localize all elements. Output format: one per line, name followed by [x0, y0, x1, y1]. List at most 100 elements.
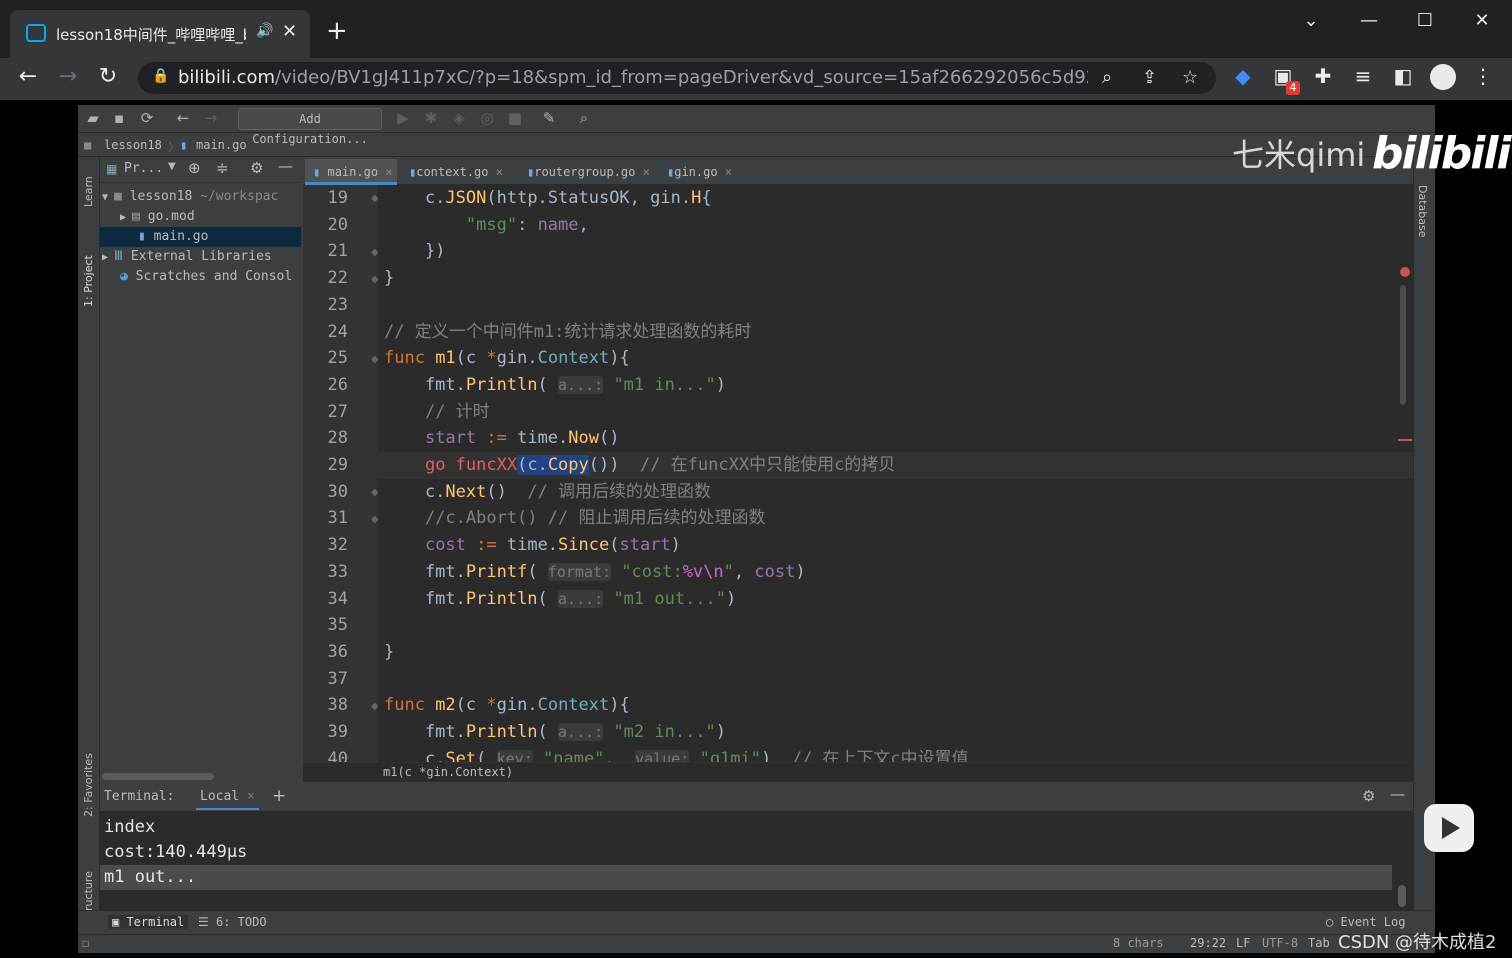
- search-icon[interactable]: ⌕: [573, 109, 595, 127]
- new-terminal-icon[interactable]: +: [272, 786, 286, 806]
- wrench-icon[interactable]: ✎: [538, 109, 560, 127]
- stop-icon[interactable]: ■: [504, 109, 526, 127]
- lock-icon[interactable]: 🔒: [152, 68, 169, 84]
- code-line-32[interactable]: cost := time.Since(start): [384, 532, 681, 559]
- line-separator[interactable]: LF: [1236, 936, 1250, 950]
- code-line-24[interactable]: // 定义一个中间件m1:统计请求处理函数的耗时: [384, 319, 751, 346]
- terminal-tool-button[interactable]: ▣ Terminal: [108, 915, 189, 929]
- close-tab-icon[interactable]: ✕: [282, 21, 297, 42]
- profile-icon[interactable]: ◎: [476, 109, 498, 127]
- browser-menu-icon[interactable]: ⋮: [1470, 64, 1496, 88]
- tab-main-go[interactable]: ▮ main.go ×: [305, 159, 397, 185]
- terminal-hide-icon[interactable]: —: [1390, 785, 1405, 803]
- locate-icon[interactable]: ⊕: [188, 159, 201, 177]
- terminal-gear-icon[interactable]: ⚙: [1362, 787, 1375, 805]
- code-line-19[interactable]: c.JSON(http.StatusOK, gin.H{: [384, 185, 712, 212]
- code-line-28[interactable]: start := time.Now(): [384, 425, 620, 452]
- terminal-tab-local[interactable]: Local ×: [196, 789, 259, 810]
- forward-icon[interactable]: →: [200, 109, 222, 127]
- file-encoding[interactable]: UTF-8: [1262, 936, 1298, 950]
- code-line-33[interactable]: fmt.Printf( format: "cost:%v\n", cost): [384, 559, 806, 586]
- event-log-button[interactable]: ◯ Event Log: [1326, 915, 1405, 929]
- play-triangle-icon: [1442, 817, 1460, 839]
- code-line-25[interactable]: func m1(c *gin.Context){: [384, 345, 630, 372]
- tab-gin-go[interactable]: ▮gin.go ×: [661, 159, 751, 185]
- collapse-icon[interactable]: ≑: [216, 159, 229, 177]
- speaker-icon[interactable]: 🔊: [256, 23, 273, 39]
- debug-icon[interactable]: ✱: [420, 109, 442, 127]
- tab-context-go[interactable]: ▮context.go ×: [403, 159, 515, 185]
- code-line-26[interactable]: fmt.Println( a...: "m1 in..."): [384, 372, 726, 399]
- close-window-icon[interactable]: ✕: [1467, 10, 1497, 31]
- run-icon[interactable]: ▶: [392, 109, 414, 127]
- maximize-icon[interactable]: ☐: [1410, 10, 1440, 31]
- code-line-22[interactable]: }: [384, 265, 394, 292]
- function-breadcrumb[interactable]: m1(c *gin.Context): [383, 765, 513, 779]
- tab-routergroup-go[interactable]: ▮routergroup.go ×: [521, 159, 657, 185]
- address-bar[interactable]: 🔒 bilibili.com/video/BV1gJ411p7xC/?p=18&…: [138, 62, 1216, 94]
- breadcrumb-file[interactable]: main.go: [196, 138, 247, 152]
- bookmark-star-icon[interactable]: ☆: [1182, 67, 1198, 88]
- ide-window: ▰ ▪ ⟳ ← → Add Configuration... ▶ ✱ ◈ ◎ ■…: [78, 105, 1435, 953]
- breadcrumb-project[interactable]: lesson18: [104, 138, 162, 152]
- project-view-dropdown[interactable]: Pr...: [124, 159, 163, 179]
- project-horizontal-scrollbar[interactable]: [102, 773, 214, 780]
- status-square-icon[interactable]: ◻: [82, 936, 89, 950]
- open-folder-icon[interactable]: ▰: [82, 109, 104, 127]
- code-line-20[interactable]: "msg": name,: [384, 212, 589, 239]
- chevron-down-icon[interactable]: ▼: [168, 161, 176, 172]
- code-line-31[interactable]: //c.Abort() // 阻止调用后续的处理函数: [384, 505, 766, 532]
- code-line-29[interactable]: go funcXX(c.Copy()) // 在funcXX中只能使用c的拷贝: [384, 452, 895, 479]
- tree-item-scratches[interactable]: ◕ Scratches and Consol: [120, 267, 292, 287]
- code-line-39[interactable]: fmt.Println( a...: "m2 in..."): [384, 719, 726, 746]
- media-control-icon[interactable]: ≡: [1350, 64, 1376, 88]
- gear-icon[interactable]: ⚙: [250, 159, 263, 177]
- extension-diamond-icon[interactable]: ◆: [1230, 64, 1256, 88]
- indent-setting[interactable]: Tab: [1308, 936, 1330, 950]
- extensions-puzzle-icon[interactable]: ✚: [1310, 64, 1336, 88]
- forward-arrow-icon[interactable]: →: [54, 64, 82, 89]
- code-line-34[interactable]: fmt.Println( a...: "m1 out..."): [384, 586, 736, 613]
- code-editor[interactable]: c.JSON(http.StatusOK, gin.H{ "msg": name…: [378, 185, 1413, 762]
- new-tab-icon[interactable]: +: [326, 18, 348, 44]
- save-icon[interactable]: ▪: [108, 109, 130, 127]
- zoom-icon[interactable]: ⌕: [1102, 67, 1112, 88]
- add-configuration-button[interactable]: Add Configuration...: [238, 108, 382, 146]
- coverage-icon[interactable]: ◈: [448, 109, 470, 127]
- side-panel-icon[interactable]: ◧: [1390, 64, 1416, 88]
- project-tool-tab[interactable]: 1: Project: [82, 255, 95, 307]
- todo-tool-button[interactable]: ☰ 6: TODO: [198, 915, 267, 929]
- profile-avatar-icon[interactable]: [1430, 64, 1456, 90]
- favorites-tool-tab[interactable]: 2: Favorites: [82, 753, 95, 817]
- code-line-30[interactable]: c.Next() // 调用后续的处理函数: [384, 479, 711, 506]
- line-number: 28: [327, 428, 348, 449]
- back-icon[interactable]: ←: [172, 109, 194, 127]
- terminal-scrollbar[interactable]: [1398, 885, 1406, 907]
- editor-vertical-scrollbar[interactable]: [1400, 285, 1406, 405]
- code-line-38[interactable]: func m2(c *gin.Context){: [384, 692, 630, 719]
- code-line-27[interactable]: // 计时: [384, 399, 490, 426]
- database-tool-tab[interactable]: Database: [1416, 185, 1429, 238]
- hide-panel-icon[interactable]: —: [278, 157, 293, 175]
- error-stripe-marker[interactable]: [1398, 439, 1412, 441]
- code-line-36[interactable]: }: [384, 639, 394, 666]
- tab-search-chevron-icon[interactable]: ⌄: [1296, 10, 1326, 31]
- url-text[interactable]: bilibili.com/video/BV1gJ411p7xC/?p=18&sp…: [178, 67, 1088, 88]
- code-line-40[interactable]: c.Set( key: "name", value: "q1mi") // 在上…: [384, 746, 969, 762]
- play-button[interactable]: [1424, 804, 1474, 852]
- learn-tool-tab[interactable]: Learn: [82, 176, 95, 207]
- error-indicator-icon[interactable]: [1400, 267, 1410, 277]
- tree-item-lesson18[interactable]: ▼ ■ lesson18 ~/workspac: [102, 187, 278, 207]
- share-icon[interactable]: ⇪: [1142, 67, 1157, 88]
- tree-item-gomod[interactable]: ▶ ▤ go.mod: [120, 207, 195, 227]
- reload-icon[interactable]: ↻: [94, 64, 122, 89]
- browser-tab[interactable]: lesson18中间件_哔哩哔哩_b 🔊 ✕: [10, 10, 310, 58]
- terminal-panel[interactable]: Terminal: Local × + ⚙ — index cost:140.4…: [100, 785, 1413, 915]
- tree-item-maingo[interactable]: ▮ main.go: [100, 227, 301, 247]
- caret-position[interactable]: 29:22: [1190, 936, 1226, 950]
- back-arrow-icon[interactable]: ←: [14, 64, 42, 89]
- code-line-21[interactable]: }): [384, 238, 445, 265]
- tree-item-external-libraries[interactable]: ▶ Ⅲ External Libraries: [102, 247, 272, 267]
- minimize-icon[interactable]: —: [1354, 10, 1384, 31]
- sync-icon[interactable]: ⟳: [136, 109, 158, 127]
